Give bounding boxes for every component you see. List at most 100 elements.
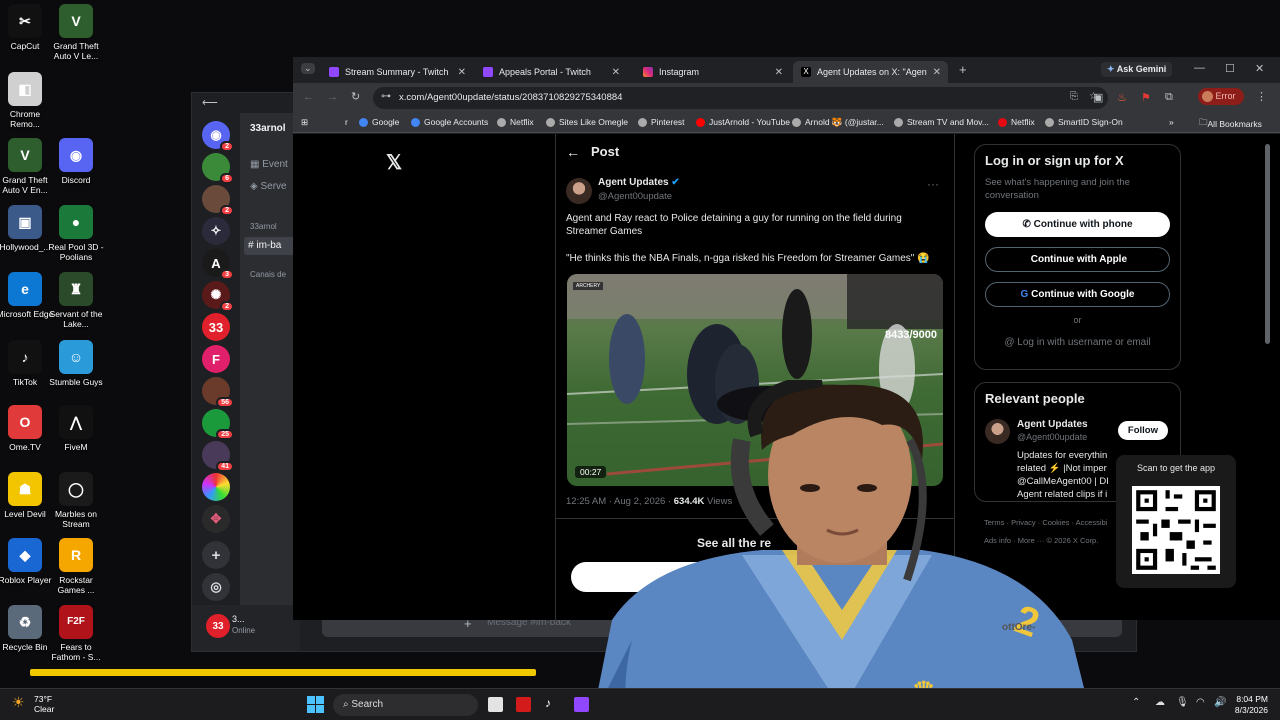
desktop-icon[interactable]: V Grand Theft Auto V Le... (45, 4, 107, 61)
extensions-puzzle-icon[interactable]: ⧉ (1165, 91, 1173, 104)
desktop-icon[interactable]: F2F Fears to Fathom - S... (45, 605, 107, 662)
bookmark-item[interactable]: Sites Like Omegle (546, 117, 628, 127)
username-login-button[interactable]: @ Log in with username or email (985, 337, 1170, 348)
maximize-button[interactable]: ☐ (1225, 62, 1235, 75)
explore-icon[interactable]: ◎ (202, 573, 230, 601)
server-icon[interactable]: 25 (202, 409, 234, 440)
desktop-icon[interactable]: ◧ Chrome Remo... (0, 72, 56, 129)
continue-google-button[interactable]: G Continue with Google (985, 282, 1170, 307)
channel-server[interactable]: ◈ Serve (250, 181, 287, 192)
scrollbar[interactable] (1265, 144, 1270, 344)
category-label-2[interactable]: Canais de (250, 270, 286, 279)
desktop-icon[interactable]: ⋀ FiveM (45, 405, 107, 452)
back-arrow-icon[interactable]: ← (566, 144, 580, 160)
windows-start-icon[interactable] (307, 696, 324, 713)
x-logo-icon[interactable]: 𝕏 (386, 150, 402, 175)
onedrive-icon[interactable]: ☁ (1155, 697, 1165, 708)
author-name[interactable]: Agent Updates ✔ (598, 177, 680, 188)
more-options-icon[interactable]: ··· (927, 177, 939, 191)
back-icon[interactable]: ← (303, 91, 314, 103)
server-icon[interactable] (202, 473, 230, 501)
task-view-icon[interactable] (488, 697, 503, 712)
discord-home-icon[interactable]: ◉ 2 (202, 121, 234, 152)
clock[interactable]: 8:04 PM 8/3/2026 (1226, 694, 1268, 716)
close-icon[interactable]: ✕ (612, 67, 620, 78)
unread-badge: 2 (220, 141, 234, 152)
desktop-icon[interactable]: ☺ Stumble Guys (45, 340, 107, 387)
server-f-icon[interactable]: F (202, 345, 230, 373)
extension-icon[interactable]: ⚑ (1141, 91, 1151, 104)
extension-icon[interactable]: ▣ (1093, 91, 1103, 104)
bookmark-item[interactable]: Netflix (998, 117, 1035, 127)
microphone-icon[interactable]: 🎙 (1176, 697, 1189, 708)
server-33-icon[interactable]: 33 (202, 313, 230, 341)
menu-icon[interactable]: ⋮ (1256, 90, 1267, 103)
weather-widget[interactable]: 73°F Clear (34, 694, 54, 714)
tab-instagram[interactable]: Instagram ✕ (635, 61, 790, 83)
follow-button[interactable]: Follow (1117, 421, 1168, 440)
channel-events[interactable]: ▦ Event (250, 159, 288, 170)
bookmark-item[interactable]: Arnold 🐯 (@justar... (792, 117, 884, 128)
close-window-button[interactable]: ✕ (1255, 62, 1264, 75)
desktop-icon[interactable]: ◉ Discord (45, 138, 107, 185)
all-bookmarks[interactable]: 🗀 All Bookmarks (1199, 117, 1262, 131)
server-icon[interactable]: ✺ 2 (202, 281, 234, 312)
new-tab-button[interactable]: + (959, 62, 967, 77)
bookmark-item[interactable]: Google Accounts (411, 117, 488, 127)
server-icon[interactable]: 2 (202, 185, 234, 216)
avatar[interactable]: 33 (206, 614, 230, 638)
address-bar[interactable]: ⊶ x.com/Agent00update/status/20837108292… (373, 87, 1108, 109)
forward-icon[interactable]: → (327, 91, 338, 103)
tab-stream-summary[interactable]: Stream Summary - Twitch ✕ (321, 61, 473, 83)
desktop-icon[interactable]: ♜ Servant of the Lake... (45, 272, 107, 329)
bookmark-item[interactable]: JustArnold - YouTube (696, 117, 790, 127)
volume-icon[interactable]: 🔊 (1214, 697, 1226, 708)
server-icon[interactable]: 41 (202, 441, 234, 472)
desktop-icon[interactable]: ● Real Pool 3D - Poolians (45, 205, 107, 262)
author-handle[interactable]: @Agent00update (598, 191, 672, 202)
desktop-icon[interactable]: R Rockstar Games ... (45, 538, 107, 595)
chevron-right-icon[interactable]: » (1169, 117, 1174, 127)
tab-appeals[interactable]: Appeals Portal - Twitch ✕ (475, 61, 627, 83)
weather-icon[interactable]: ☀ (12, 694, 25, 711)
back-arrow-icon[interactable]: ⟵ (202, 96, 218, 109)
show-hidden-icons[interactable]: ⌃ (1132, 697, 1140, 708)
author-avatar[interactable] (566, 178, 592, 204)
server-icon[interactable]: ✥ (202, 505, 230, 533)
server-icon[interactable]: 6 (202, 153, 234, 184)
server-icon[interactable]: A3 (202, 249, 234, 280)
app-icon[interactable] (516, 697, 531, 712)
ask-gemini-button[interactable]: ✦ Ask Gemini (1101, 62, 1173, 77)
site-info-icon[interactable]: ⊶ (381, 91, 391, 102)
tab-search-icon[interactable]: ⌄ (301, 63, 315, 74)
desktop-icon[interactable]: ◯ Marbles on Stream (45, 472, 107, 529)
channel-active[interactable]: # im-ba (244, 237, 300, 255)
tiktok-icon[interactable]: ♪ (545, 696, 551, 710)
bookmark-item[interactable]: Pinterest (638, 117, 685, 127)
taskbar-search[interactable]: ⌕ Search (333, 694, 478, 716)
bookmark-item[interactable]: Netflix (497, 117, 534, 127)
reload-icon[interactable]: ↻ (351, 90, 360, 103)
bookmark-item[interactable]: Stream TV and Mov... (894, 117, 989, 127)
bookmark-item[interactable]: SmartID Sign-On (1045, 117, 1123, 127)
apps-grid-icon[interactable]: ⊞ (301, 117, 308, 128)
server-icon[interactable]: ✧ (202, 217, 230, 245)
twitch-icon[interactable] (574, 697, 589, 712)
close-icon[interactable]: ✕ (458, 67, 466, 78)
profile-error-button[interactable]: Error (1198, 88, 1244, 106)
close-icon[interactable]: ✕ (933, 67, 941, 78)
continue-apple-button[interactable]: Continue with Apple (985, 247, 1170, 272)
close-icon[interactable]: ✕ (775, 67, 783, 78)
add-server-icon[interactable]: + (202, 541, 230, 569)
category-label[interactable]: 33arnol (250, 222, 277, 231)
install-app-icon[interactable]: ⎘ (1070, 91, 1078, 102)
server-icon[interactable]: 56 (202, 377, 234, 408)
bookmark-overflow[interactable]: r (345, 117, 348, 127)
tab-x-post[interactable]: X Agent Updates on X: "Agent an ✕ (793, 61, 948, 83)
bookmark-item[interactable]: Google (359, 117, 399, 127)
wifi-icon[interactable]: ◠ (1196, 697, 1205, 708)
minimize-button[interactable]: — (1194, 62, 1205, 74)
continue-phone-button[interactable]: ✆ Continue with phone (985, 212, 1170, 237)
server-name[interactable]: 33arnol (250, 123, 286, 134)
extension-icon[interactable]: ♨ (1117, 91, 1127, 104)
